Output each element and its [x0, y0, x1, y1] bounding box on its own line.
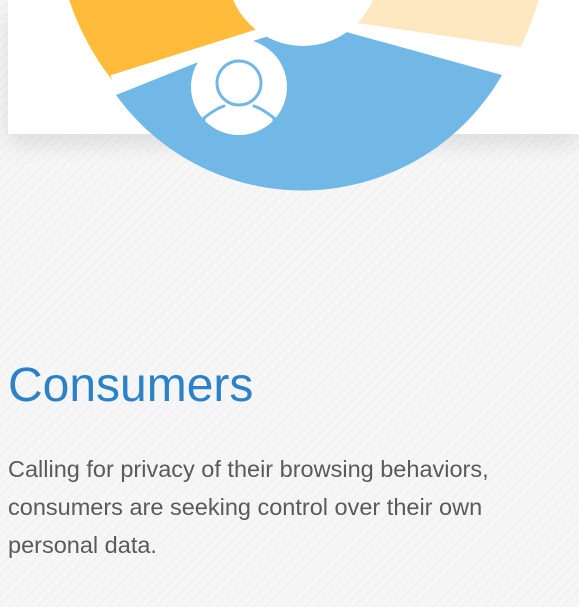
stakeholder-wheel: [69, 0, 539, 191]
section-description: Calling for privacy of their browsing be…: [8, 456, 489, 558]
section-title: Consumers: [8, 359, 254, 412]
person-icon: [191, 39, 287, 135]
